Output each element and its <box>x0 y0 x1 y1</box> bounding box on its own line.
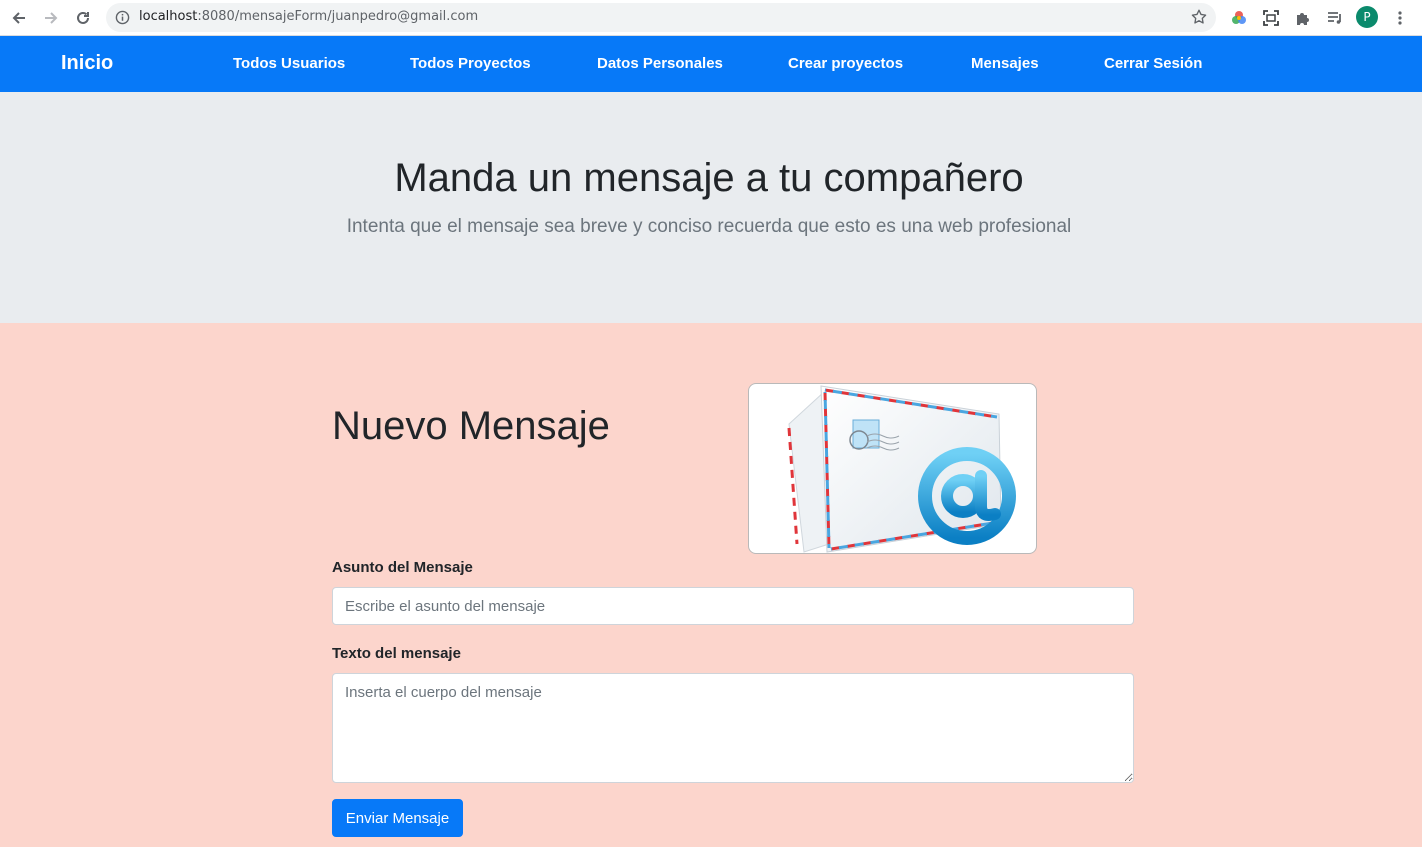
send-message-button[interactable]: Enviar Mensaje <box>332 799 463 837</box>
nav-link-todos-usuarios[interactable]: Todos Usuarios <box>233 55 345 72</box>
url-host: localhost <box>139 9 198 24</box>
subject-label: Asunto del Mensaje <box>332 559 473 576</box>
address-bar[interactable]: localhost:8080/mensajeForm/juanpedro@gma… <box>106 3 1216 32</box>
email-envelope-image <box>748 383 1037 554</box>
email-envelope-at-icon <box>787 385 1016 553</box>
site-navbar: Inicio Todos Usuarios Todos Proyectos Da… <box>0 36 1422 92</box>
nav-link-cerrar-sesion[interactable]: Cerrar Sesión <box>1104 55 1202 72</box>
nav-brand-inicio[interactable]: Inicio <box>61 52 113 75</box>
body-textarea[interactable] <box>332 673 1134 783</box>
forward-arrow-icon[interactable] <box>39 6 63 30</box>
url-path: :8080/mensajeForm/juanpedro@gmail.com <box>197 9 479 24</box>
nav-link-mensajes[interactable]: Mensajes <box>971 55 1039 72</box>
jumbotron: Manda un mensaje a tu compañero Intenta … <box>0 92 1422 323</box>
bookmark-star-icon[interactable] <box>1190 8 1208 31</box>
nav-link-todos-proyectos[interactable]: Todos Proyectos <box>410 55 531 72</box>
screenshot-capture-icon[interactable] <box>1259 6 1283 30</box>
color-wheel-extension-icon[interactable] <box>1227 6 1251 30</box>
extensions-puzzle-icon[interactable] <box>1291 6 1315 30</box>
jumbotron-title: Manda un mensaje a tu compañero <box>394 156 1024 200</box>
url-text[interactable]: localhost:8080/mensajeForm/juanpedro@gma… <box>139 9 478 24</box>
browser-menu-icon[interactable] <box>1388 6 1412 30</box>
jumbotron-subtitle: Intenta que el mensaje sea breve y conci… <box>346 216 1072 237</box>
nav-link-datos-personales[interactable]: Datos Personales <box>597 55 723 72</box>
nav-link-crear-proyectos[interactable]: Crear proyectos <box>788 55 903 72</box>
body-label: Texto del mensaje <box>332 645 461 662</box>
site-info-icon[interactable] <box>115 10 130 30</box>
profile-avatar[interactable]: P <box>1356 6 1378 28</box>
reload-icon[interactable] <box>71 6 95 30</box>
browser-toolbar: localhost:8080/mensajeForm/juanpedro@gma… <box>0 0 1422 36</box>
reading-list-icon[interactable] <box>1323 6 1347 30</box>
subject-input[interactable] <box>332 587 1134 625</box>
form-title: Nuevo Mensaje <box>332 404 610 448</box>
back-arrow-icon[interactable] <box>7 6 31 30</box>
